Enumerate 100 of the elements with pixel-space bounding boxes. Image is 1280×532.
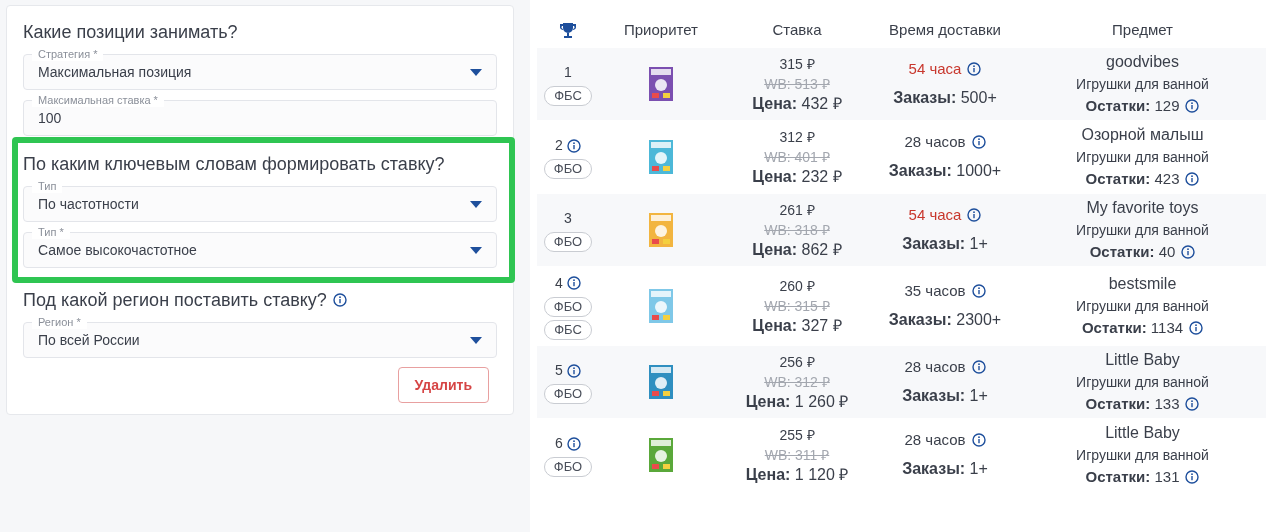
stock-text: Остатки: 129 [1085, 96, 1180, 116]
field-label: Максимальная ставка * [32, 93, 164, 107]
bid-value: 315 ₽ [779, 55, 815, 74]
category-name: Игрушки для ванной [1076, 148, 1209, 167]
delivery-time: 28 часов [904, 356, 966, 377]
section-heading: По каким ключевым словам формировать ставку? [23, 153, 445, 176]
field-label: Тип * [32, 225, 70, 239]
orders-text: Заказы: 1+ [902, 234, 988, 255]
info-icon[interactable] [566, 138, 581, 153]
wb-price: WB: 312 ₽ [764, 373, 830, 392]
info-icon[interactable] [566, 436, 581, 451]
price-text: Цена: 1 260 ₽ [745, 392, 849, 412]
field-value: Самое высокочастотное [38, 240, 198, 260]
stock-text: Остатки: 1134 [1081, 318, 1184, 338]
info-icon[interactable] [1189, 321, 1204, 335]
brand-name: Little Baby [1105, 423, 1180, 443]
fulfillment-badge: ФБО [543, 457, 593, 477]
brand-name: goodvibes [1106, 52, 1179, 72]
info-icon[interactable] [566, 276, 581, 290]
brand-name: Озорной малыш [1081, 125, 1204, 145]
column-header: Приоритет [624, 21, 698, 39]
category-name: Игрушки для ванной [1076, 373, 1209, 392]
orders-text: Заказы: 2300+ [888, 310, 1002, 331]
info-icon[interactable] [971, 433, 986, 447]
fulfillment-badge: ФБО [543, 232, 593, 252]
info-icon[interactable] [332, 293, 347, 307]
category-name: Игрушки для ванной [1076, 75, 1209, 94]
column-header: Ставка [772, 21, 822, 39]
delivery-time: 35 часов [904, 280, 966, 301]
brand-name: Little Baby [1105, 350, 1180, 370]
column-header: Время доставки [889, 21, 1001, 39]
info-icon[interactable] [971, 135, 986, 149]
field-label: Стратегия * [32, 47, 104, 61]
orders-text: Заказы: 1+ [902, 459, 988, 480]
wb-price: WB: 311 ₽ [764, 446, 830, 465]
bid-value: 255 ₽ [779, 426, 815, 445]
info-icon[interactable] [1185, 470, 1200, 484]
delivery-time: 54 часа [908, 204, 962, 225]
info-icon[interactable] [967, 208, 982, 222]
price-text: Цена: 432 ₽ [752, 94, 842, 114]
position-number: 3 [564, 209, 572, 228]
delete-button[interactable]: Удалить [397, 367, 489, 403]
fulfillment-badge: ФБО [543, 296, 593, 317]
info-icon[interactable] [967, 62, 982, 76]
position-number: 2 [555, 136, 563, 155]
fulfillment-badge: ФБО [543, 159, 593, 179]
bid-value: 256 ₽ [779, 353, 815, 372]
caret-icon [470, 336, 482, 344]
fulfillment-badge: ФБО [543, 384, 593, 404]
field-value: По всей России [38, 330, 141, 350]
info-icon[interactable] [1181, 245, 1196, 259]
bid-value: 260 ₽ [779, 277, 815, 296]
price-text: Цена: 862 ₽ [752, 240, 842, 260]
caret-icon [470, 246, 482, 254]
position-number: 5 [555, 361, 563, 380]
brand-name: bestsmile [1108, 274, 1177, 294]
caret-icon [470, 200, 482, 208]
info-icon[interactable] [971, 284, 986, 298]
info-icon[interactable] [566, 363, 581, 378]
category-name: Игрушки для ванной [1076, 297, 1209, 316]
orders-text: Заказы: 1+ [902, 386, 988, 407]
info-icon[interactable] [1185, 99, 1200, 113]
bid-value: 261 ₽ [779, 201, 815, 220]
delivery-time: 28 часов [904, 131, 966, 152]
position-number: 4 [555, 273, 563, 293]
delivery-time: 28 часов [904, 429, 966, 450]
brand-name: My favorite toys [1086, 198, 1199, 218]
info-icon[interactable] [1185, 172, 1200, 186]
category-name: Игрушки для ванной [1076, 221, 1209, 240]
wb-price: WB: 315 ₽ [764, 297, 830, 316]
position-number: 6 [555, 434, 563, 453]
section-heading: Под какой регион поставить ставку? [23, 289, 327, 312]
price-text: Цена: 327 ₽ [752, 316, 842, 336]
caret-icon [470, 68, 482, 76]
fulfillment-badge: ФБС [544, 86, 592, 106]
wb-price: WB: 401 ₽ [764, 148, 830, 167]
wb-price: WB: 513 ₽ [764, 75, 830, 94]
stock-text: Остатки: 423 [1085, 169, 1180, 189]
delivery-time: 54 часа [908, 58, 962, 79]
info-icon[interactable] [971, 360, 986, 374]
stock-text: Остатки: 133 [1085, 394, 1180, 414]
field-label: Регион * [32, 315, 87, 329]
position-number: 1 [564, 63, 572, 82]
stock-text: Остатки: 131 [1085, 467, 1180, 487]
orders-text: Заказы: 1000+ [888, 161, 1002, 182]
field-label: Тип [32, 179, 63, 193]
fulfillment-badge: ФБС [544, 319, 592, 340]
section-heading: Какие позиции занимать? [23, 21, 238, 44]
bid-value: 312 ₽ [779, 128, 815, 147]
category-name: Игрушки для ванной [1076, 446, 1209, 465]
wb-price: WB: 318 ₽ [764, 221, 830, 240]
field-value: 100 [38, 108, 63, 128]
orders-text: Заказы: 500+ [893, 88, 997, 109]
field-value: Максимальная позиция [38, 62, 193, 82]
price-text: Цена: 232 ₽ [752, 167, 842, 187]
info-icon[interactable] [1185, 397, 1200, 411]
field-value: По частотности [38, 194, 140, 214]
price-text: Цена: 1 120 ₽ [745, 465, 849, 485]
stock-text: Остатки: 40 [1089, 242, 1176, 262]
trophy-icon [559, 21, 577, 40]
